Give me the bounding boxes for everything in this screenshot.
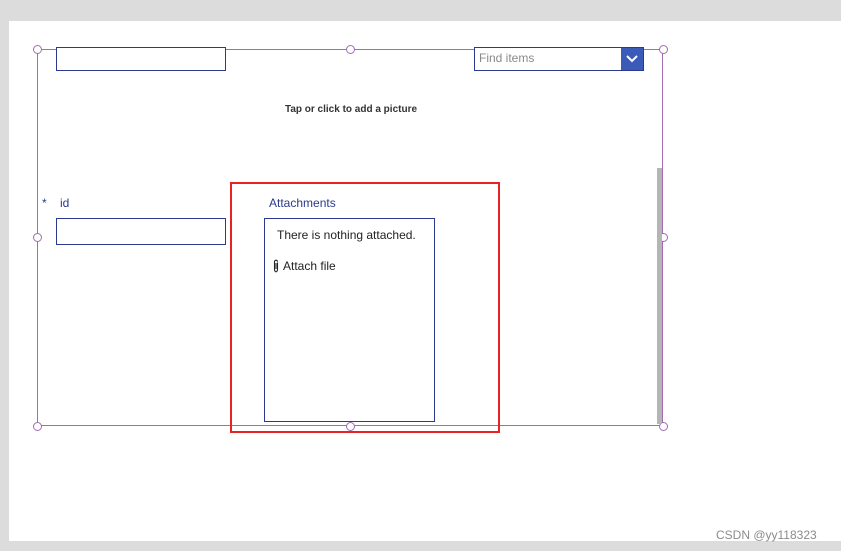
- resize-handle-top-left[interactable]: [33, 45, 42, 54]
- find-items-dropdown[interactable]: Find items: [474, 47, 644, 71]
- id-field-label: id: [60, 196, 70, 210]
- top-text-input[interactable]: [56, 47, 226, 71]
- chevron-down-icon: [626, 55, 638, 63]
- resize-handle-top-right[interactable]: [659, 45, 668, 54]
- required-marker: *: [42, 196, 47, 210]
- add-picture-prompt[interactable]: Tap or click to add a picture: [256, 104, 446, 115]
- dropdown-placeholder: Find items: [479, 51, 535, 65]
- resize-handle-bottom-left[interactable]: [33, 422, 42, 431]
- watermark-text: CSDN @yy118323: [716, 528, 817, 542]
- red-highlight-annotation: [230, 182, 500, 433]
- resize-handle-top-center[interactable]: [346, 45, 355, 54]
- dropdown-button[interactable]: [621, 48, 643, 70]
- form-scrollbar[interactable]: [657, 168, 662, 424]
- id-field-input[interactable]: [56, 218, 226, 245]
- resize-handle-middle-left[interactable]: [33, 233, 42, 242]
